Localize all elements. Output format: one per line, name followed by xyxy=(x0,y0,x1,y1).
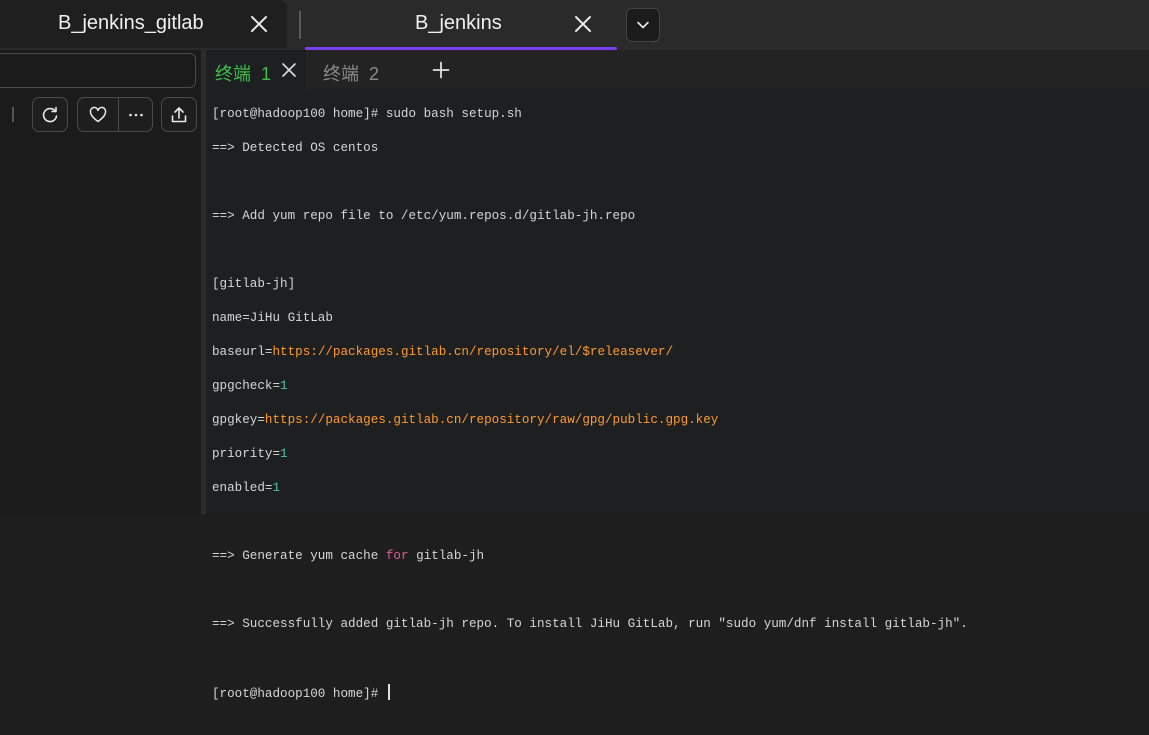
tab-separator xyxy=(299,11,301,39)
share-icon xyxy=(171,106,187,122)
terminal-tab-1[interactable]: 终端 1 xyxy=(206,50,306,89)
terminal-line: [root@hadoop100 home]# sudo bash setup.s… xyxy=(212,107,522,121)
terminal-line: [gitlab-jh] xyxy=(212,277,296,291)
terminal-line: enabled=1 xyxy=(212,481,281,495)
refresh-icon xyxy=(42,106,58,122)
terminal-panel: 终端 1 终端 2 [root@hadoop100 home]# sudo ba… xyxy=(206,50,1149,701)
tab-list-dropdown-button[interactable] xyxy=(626,8,660,42)
terminal-line: baseurl=https://packages.gitlab.cn/repos… xyxy=(212,345,674,359)
terminal-output[interactable]: [root@hadoop100 home]# sudo bash setup.s… xyxy=(212,89,1149,701)
favorite-button[interactable] xyxy=(78,98,118,131)
terminal-tab-label: 终端 2 xyxy=(323,64,380,84)
heart-icon xyxy=(89,106,107,122)
address-input[interactable] xyxy=(0,53,196,88)
terminal-line: ==> Generate yum cache for gitlab-jh xyxy=(212,549,485,563)
share-button[interactable] xyxy=(162,98,196,131)
window-tab-b-jenkins-gitlab[interactable]: B_jenkins_gitlab xyxy=(0,0,287,48)
more-button[interactable] xyxy=(119,98,153,131)
close-icon[interactable] xyxy=(571,12,595,36)
chevron-down-icon xyxy=(637,21,649,29)
window-tab-b-jenkins[interactable]: B_jenkins xyxy=(305,0,617,50)
terminal-line: ==> Successfully added gitlab-jh repo. T… xyxy=(212,617,968,631)
window-tab-bar: B_jenkins_gitlab B_jenkins xyxy=(0,0,1149,50)
terminal-tab-2[interactable]: 终端 2 xyxy=(309,50,419,89)
close-icon[interactable] xyxy=(247,12,271,36)
refresh-button[interactable] xyxy=(33,98,67,131)
terminal-prompt-line: [root@hadoop100 home]# xyxy=(212,684,1149,701)
window-tab-title: B_jenkins_gitlab xyxy=(58,12,204,34)
terminal-line: ==> Add yum repo file to /etc/yum.repos.… xyxy=(212,209,636,223)
more-icon xyxy=(129,113,143,116)
close-icon[interactable] xyxy=(281,62,297,78)
window-tab-title: B_jenkins xyxy=(415,12,502,34)
terminal-line: name=JiHu GitLab xyxy=(212,311,333,325)
add-terminal-button[interactable] xyxy=(432,61,450,79)
terminal-line: priority=1 xyxy=(212,447,288,461)
terminal-line: gpgkey=https://packages.gitlab.cn/reposi… xyxy=(212,413,719,427)
terminal-line: ==> Detected OS centos xyxy=(212,141,379,155)
text-cursor xyxy=(387,684,390,700)
left-panel xyxy=(0,50,201,514)
plus-icon xyxy=(432,61,450,79)
terminal-line: gpgcheck=1 xyxy=(212,379,288,393)
toolbar-divider xyxy=(12,107,14,122)
terminal-tab-label: 终端 1 xyxy=(215,64,272,84)
refresh-button-group xyxy=(32,97,68,132)
favorite-more-button-group xyxy=(77,97,153,132)
share-button-group xyxy=(161,97,197,132)
terminal-tab-bar: 终端 1 终端 2 xyxy=(206,50,1149,89)
